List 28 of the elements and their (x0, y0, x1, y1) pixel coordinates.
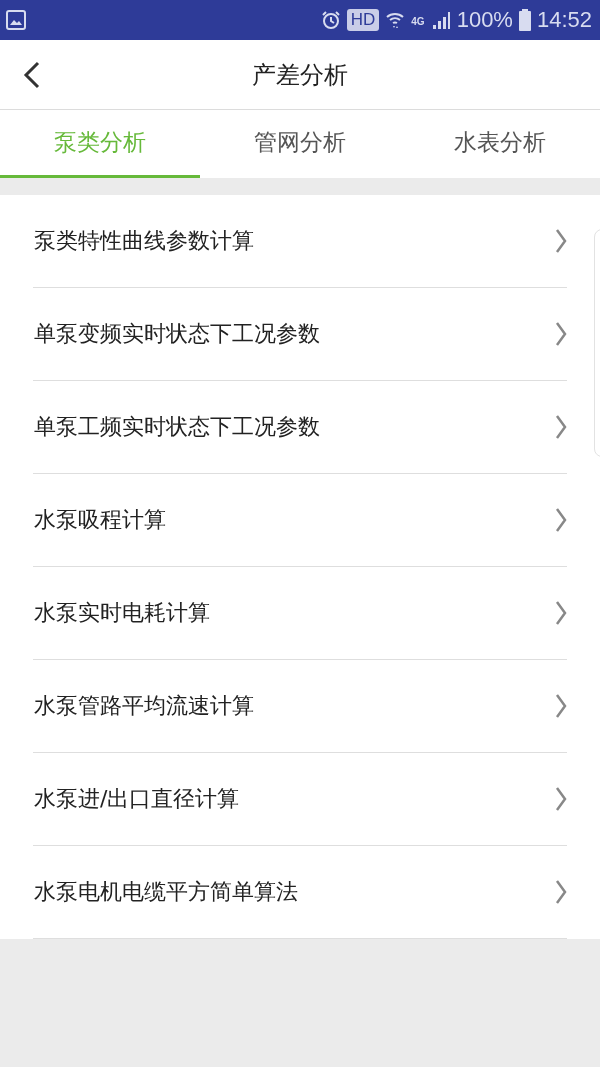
chevron-right-icon (555, 693, 567, 719)
chevron-right-icon (555, 507, 567, 533)
page-title: 产差分析 (252, 59, 348, 91)
wifi-icon (385, 10, 406, 30)
chevron-right-icon (555, 786, 567, 812)
clock-time: 14:52 (536, 7, 592, 33)
menu-item[interactable]: 泵类特性曲线参数计算 (33, 195, 567, 288)
menu-item[interactable]: 水泵实时电耗计算 (33, 567, 567, 660)
chevron-right-icon (555, 321, 567, 347)
network-type: 4G (411, 16, 425, 27)
battery-percent: 100% (456, 7, 513, 33)
menu-item[interactable]: 水泵电机电缆平方简单算法 (33, 846, 567, 939)
chevron-right-icon (555, 600, 567, 626)
menu-item[interactable]: 单泵变频实时状态下工况参数 (33, 288, 567, 381)
menu-item[interactable]: 单泵工频实时状态下工况参数 (33, 381, 567, 474)
gallery-icon (6, 10, 26, 30)
chevron-right-icon (555, 879, 567, 905)
hd-badge: HD (346, 9, 380, 31)
menu-item[interactable]: 水泵进/出口直径计算 (33, 753, 567, 846)
alarm-icon (320, 10, 341, 30)
menu-item[interactable]: 水泵吸程计算 (33, 474, 567, 567)
chevron-right-icon (555, 414, 567, 440)
tab[interactable]: 水表分析 (400, 110, 600, 178)
signal-icon (430, 10, 451, 30)
battery-icon (518, 9, 531, 31)
menu-item[interactable]: 水泵管路平均流速计算 (33, 660, 567, 753)
tab[interactable]: 管网分析 (200, 110, 400, 178)
chevron-right-icon (555, 228, 567, 254)
